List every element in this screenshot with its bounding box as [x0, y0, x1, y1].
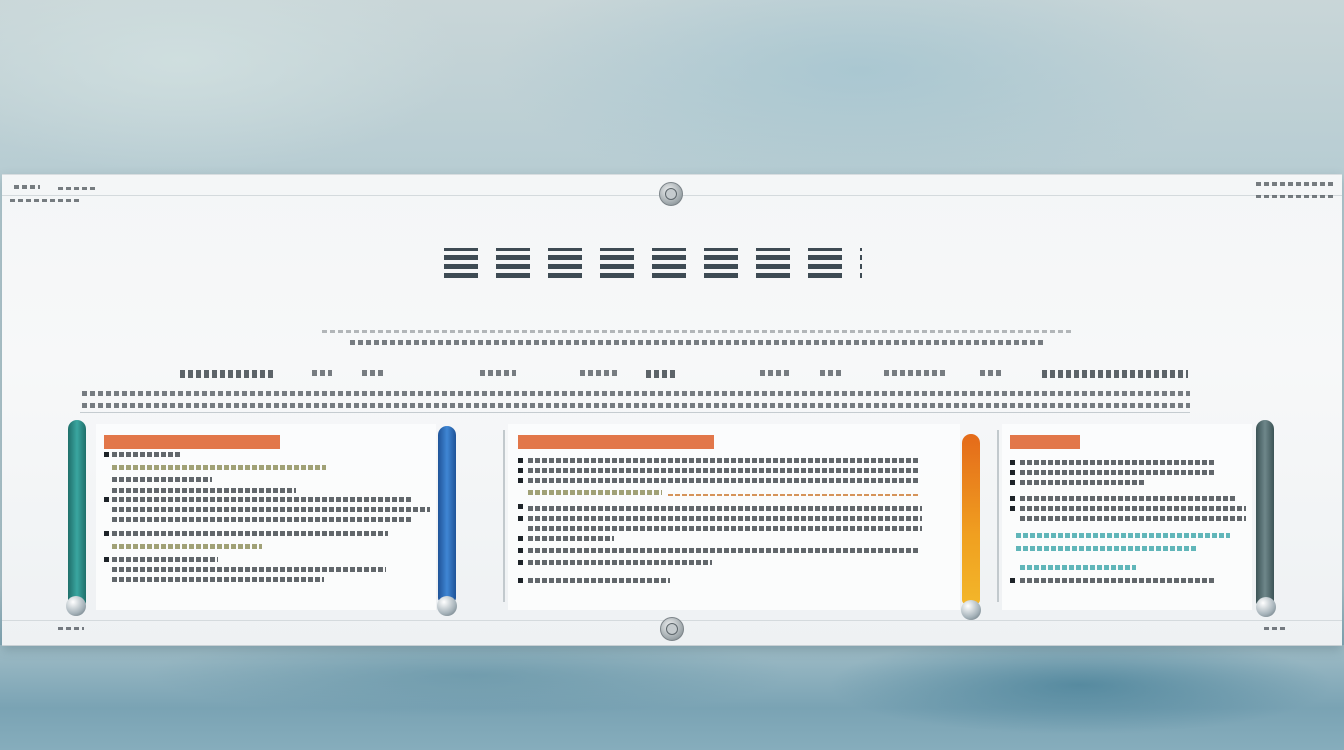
subtitle-line-2 [350, 340, 1046, 345]
scroll-bar-slate [1256, 420, 1274, 606]
panel-left-line [112, 497, 412, 502]
panel-center-line [528, 458, 918, 463]
header-col-8 [820, 370, 842, 376]
bullet [104, 531, 109, 536]
panel-right-line [1020, 578, 1214, 583]
panel-right-line [1020, 480, 1144, 485]
bullet [518, 548, 523, 553]
panel-right-line [1020, 460, 1214, 465]
bullet [518, 560, 523, 565]
header-line-1 [82, 391, 1190, 396]
panel-left-line [112, 557, 218, 562]
bullet [104, 497, 109, 502]
header-col-2 [312, 370, 332, 376]
panel-left-label [104, 435, 280, 449]
panel-left-line [112, 544, 262, 549]
panel-center-line [528, 548, 918, 553]
panel-left-line [112, 517, 412, 522]
subtitle-line-1 [322, 330, 1074, 333]
header-col-11 [1042, 370, 1188, 378]
panel-center-line [528, 490, 662, 495]
scroll-knob-slate-icon [1256, 597, 1276, 617]
corner-mark-bottom-right [1264, 627, 1286, 630]
header-col-9 [884, 370, 948, 376]
corner-mark-top-left-3 [10, 199, 80, 202]
panel-center-line [528, 560, 712, 565]
panel-center-line [528, 516, 922, 521]
scroll-knob-teal-icon [66, 596, 86, 616]
panel-center-label [518, 435, 714, 449]
bullet [1010, 470, 1015, 475]
panel-left-line [112, 531, 388, 536]
bullet [518, 458, 523, 463]
header-divider [80, 412, 1190, 413]
header-col-3 [362, 370, 384, 376]
corner-mark-top-right-2 [1256, 195, 1336, 198]
panel-center-line [528, 578, 670, 583]
panel-left-line [112, 477, 212, 482]
panel-center-line [528, 536, 614, 541]
bullet [1010, 578, 1015, 583]
panel-left-line [112, 577, 324, 582]
panel-separator [503, 430, 505, 602]
panel-left-line [112, 452, 182, 457]
bullet [104, 557, 109, 562]
bullet [1010, 460, 1015, 465]
bullet [518, 468, 523, 473]
panel-right-line [1020, 565, 1136, 570]
bullet [104, 452, 109, 457]
scroll-bar-teal [68, 420, 86, 606]
header-col-5 [580, 370, 620, 376]
panel-left-line [112, 488, 296, 493]
bullet [1010, 480, 1015, 485]
top-knob-icon [659, 182, 683, 206]
bullet [518, 536, 523, 541]
bullet [1010, 506, 1015, 511]
scroll-bar-blue [438, 426, 456, 602]
header-col-1 [180, 370, 276, 378]
scroll-bar-orange [962, 434, 980, 604]
bottom-knob-icon [660, 617, 684, 641]
panel-center-line [668, 494, 918, 496]
corner-mark-top-left [14, 185, 40, 189]
corner-mark-top-right [1256, 182, 1336, 186]
bullet [518, 504, 523, 509]
panel-left-line [112, 465, 326, 470]
scroll-knob-orange-icon [961, 600, 981, 620]
panel-right-line [1020, 470, 1214, 475]
panel-right-line [1020, 496, 1236, 501]
panel-right-line [1016, 546, 1196, 551]
header-col-7 [760, 370, 790, 376]
background-blur [0, 645, 1344, 750]
panel-right-line [1020, 506, 1246, 511]
header-line-2 [82, 403, 1190, 408]
panel-right-line [1016, 533, 1230, 538]
corner-mark-top-left-2 [58, 187, 98, 190]
title-glyphs [444, 242, 868, 286]
panel-separator-2 [997, 430, 999, 602]
panel-right-line [1020, 516, 1246, 521]
panel-center-line [528, 468, 920, 473]
header-col-4 [480, 370, 516, 376]
bullet [518, 478, 523, 483]
corner-mark-bottom-left [58, 627, 84, 630]
header-col-6 [646, 370, 678, 378]
bullet [1010, 496, 1015, 501]
panel-center-line [528, 478, 918, 483]
panel-right-label [1010, 435, 1080, 449]
panel-center-line [528, 506, 922, 511]
bullet [518, 578, 523, 583]
panel-center-line [528, 526, 922, 531]
panel-left-line [112, 567, 386, 572]
bullet [518, 516, 523, 521]
panel-left-line [112, 507, 430, 512]
scroll-knob-blue-icon [437, 596, 457, 616]
header-col-10 [980, 370, 1004, 376]
